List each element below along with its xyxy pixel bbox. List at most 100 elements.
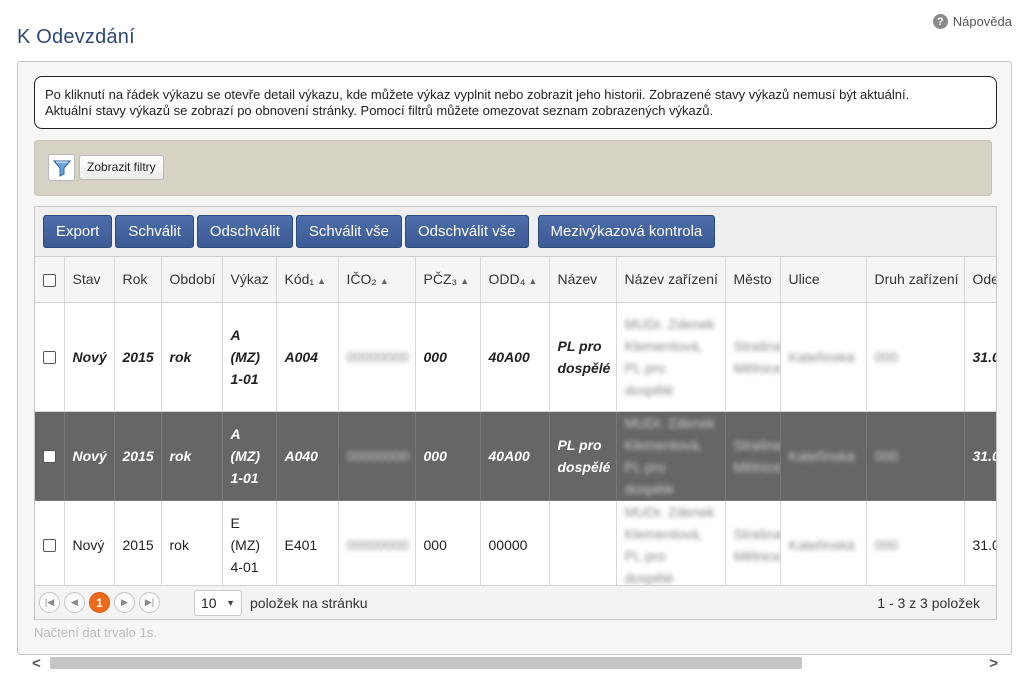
grid-toolbar: Export Schválit Odschválit Schválit vše … [35, 207, 996, 257]
cell-rok: 2015 [114, 302, 162, 412]
cell-nazev: PL pro dospělé [549, 302, 617, 412]
col-header-rok[interactable]: Rok [114, 257, 162, 303]
approve-button[interactable]: Schválit [115, 215, 194, 248]
col-header-stav[interactable]: Stav [64, 257, 115, 303]
cell-pcz: 000 [415, 411, 481, 501]
cell-druh: 000 [866, 411, 965, 501]
info-box: Po kliknutí na řádek výkazu se otevře de… [34, 76, 997, 129]
col-header-vykaz[interactable]: Výkaz [222, 257, 277, 303]
cell-zarizeni-value: MUDr. Zdenek Klementová, PL pro dospělé [624, 315, 715, 398]
table-row[interactable]: Nový 2015 rok A (MZ) 1-01 A040 00000000 … [35, 411, 996, 501]
cell-ulice: Kateřinská [780, 500, 867, 590]
row-checkbox[interactable] [43, 450, 56, 464]
cell-pcz: 000 [415, 302, 481, 412]
help-icon: ? [932, 14, 948, 29]
next-page-button[interactable]: ▶ [114, 592, 135, 613]
sort-up-icon: ▲ [317, 276, 327, 287]
show-filters-button[interactable]: Zobrazit filtry [79, 155, 164, 180]
table-row[interactable]: Nový 2015 rok E (MZ) 4-01 E401 00000000 … [35, 500, 996, 590]
col-header-obdobi[interactable]: Období [161, 257, 223, 303]
scroll-left-icon[interactable]: < [32, 655, 41, 672]
table-row[interactable]: Nový 2015 rok A (MZ) 1-01 A004 00000000 … [35, 302, 996, 412]
select-all-checkbox[interactable] [43, 274, 56, 288]
cell-mesto: Strašnad Mělnice [725, 302, 781, 412]
page-number-button[interactable]: 1 [89, 592, 110, 613]
approve-all-button[interactable]: Schválit vše [295, 215, 402, 248]
row-select-cell[interactable] [35, 411, 65, 501]
cell-ico: 00000000 [338, 500, 416, 590]
unapprove-all-button[interactable]: Odschválit vše [404, 215, 529, 248]
cell-odd: 40A00 [480, 302, 550, 412]
scrollbar-thumb[interactable] [50, 657, 802, 669]
sort-up-icon: ▲ [379, 276, 389, 287]
unapprove-button[interactable]: Odschválit [196, 215, 293, 248]
export-button[interactable]: Export [43, 215, 113, 248]
cell-nazev-zarizeni: MUDr. Zdenek Klementová, PL pro dospělé [616, 411, 726, 501]
col-header-kod[interactable]: Kód₁ ▲ [276, 257, 339, 303]
col-header-ulice[interactable]: Ulice [780, 257, 867, 303]
help-link[interactable]: ? Nápověda [932, 14, 1012, 29]
col-header-kod-label: Kód₁ [284, 271, 315, 288]
cell-nazev-zarizeni: MUDr. Zdenek Klementová, PL pro dospělé [616, 302, 726, 412]
first-page-button[interactable]: |◀ [39, 592, 60, 613]
last-page-icon: ▶| [144, 597, 155, 607]
cross-check-button[interactable]: Mezivýkazová kontrola [537, 215, 716, 248]
reports-grid: Export Schválit Odschválit Schválit vše … [34, 206, 997, 620]
col-header-mesto[interactable]: Město [725, 257, 781, 303]
cell-mesto-value: Strašnad Mělnice [733, 436, 780, 475]
cell-kod: A040 [276, 411, 339, 501]
col-header-odevzdani[interactable]: Odevz [964, 257, 996, 303]
cell-kod: E401 [276, 500, 339, 590]
prev-page-icon: ◀ [71, 597, 78, 607]
row-select-cell[interactable] [35, 302, 65, 412]
select-all-cell[interactable] [35, 257, 65, 303]
pager: |◀ ◀ 1 ▶ ▶| 10 ▼ položek na stránku 1 - … [35, 585, 996, 619]
col-header-pcz[interactable]: PČZ₃ ▲ [415, 257, 481, 303]
cell-ulice: Kateřinská [780, 302, 867, 412]
col-header-pcz-label: PČZ₃ [423, 271, 458, 288]
row-checkbox[interactable] [43, 539, 56, 553]
row-select-cell[interactable] [35, 500, 65, 590]
cell-obdobi: rok [161, 500, 223, 590]
cell-mesto-value: Strašnad Mělnice [733, 525, 780, 564]
prev-page-button[interactable]: ◀ [64, 592, 85, 613]
info-line-2: Aktuální stavy výkazů se zobrazí po obno… [45, 103, 714, 118]
cell-ico: 00000000 [338, 302, 416, 412]
cell-nazev [549, 500, 617, 590]
col-header-ico-label: IČO₂ [346, 271, 377, 288]
load-time-text: Načtení dat trvalo 1s. [34, 625, 157, 640]
cell-druh: 000 [866, 500, 965, 590]
col-header-odd-label: ODD₄ [488, 271, 526, 288]
cell-mesto: Strašnad Mělnice [725, 411, 781, 501]
chevron-down-icon: ▼ [226, 597, 235, 608]
col-header-nazev-zarizeni[interactable]: Název zařízení [616, 257, 726, 303]
cell-vykaz: E (MZ) 4-01 [222, 500, 277, 590]
cell-odevzdani: 31.05. [964, 411, 996, 501]
cell-ulice: Kateřinská [780, 411, 867, 501]
cell-ico: 00000000 [338, 411, 416, 501]
info-line-1: Po kliknutí na řádek výkazu se otevře de… [45, 87, 910, 102]
cell-odevzdani: 31.05. [964, 500, 996, 590]
last-page-button[interactable]: ▶| [139, 592, 160, 613]
cell-pcz: 000 [415, 500, 481, 590]
cell-druh: 000 [866, 302, 965, 412]
cell-ico-value: 00000000 [346, 348, 409, 365]
scroll-right-icon[interactable]: > [989, 655, 998, 672]
col-header-druh-zarizeni[interactable]: Druh zařízení [866, 257, 965, 303]
col-header-nazev[interactable]: Název [549, 257, 617, 303]
cell-ulice-value: Kateřinská [788, 447, 855, 464]
cell-druh-value: 000 [874, 447, 898, 464]
cell-zarizeni-value: MUDr. Zdenek Klementová, PL pro dospělé [624, 503, 715, 586]
col-header-ico[interactable]: IČO₂ ▲ [338, 257, 416, 303]
cell-stav: Nový [64, 500, 115, 590]
cell-odevzdani: 31.05. [964, 302, 996, 412]
help-label: Nápověda [952, 14, 1012, 29]
filter-icon-button[interactable] [48, 154, 75, 181]
row-checkbox[interactable] [43, 351, 56, 365]
cell-druh-value: 000 [874, 348, 898, 365]
horizontal-scrollbar[interactable]: < > [30, 655, 1000, 672]
page-size-select[interactable]: 10 ▼ [194, 589, 242, 616]
cell-ico-value: 00000000 [346, 447, 409, 464]
cell-ico-value: 00000000 [346, 536, 409, 553]
col-header-odd[interactable]: ODD₄ ▲ [480, 257, 550, 303]
